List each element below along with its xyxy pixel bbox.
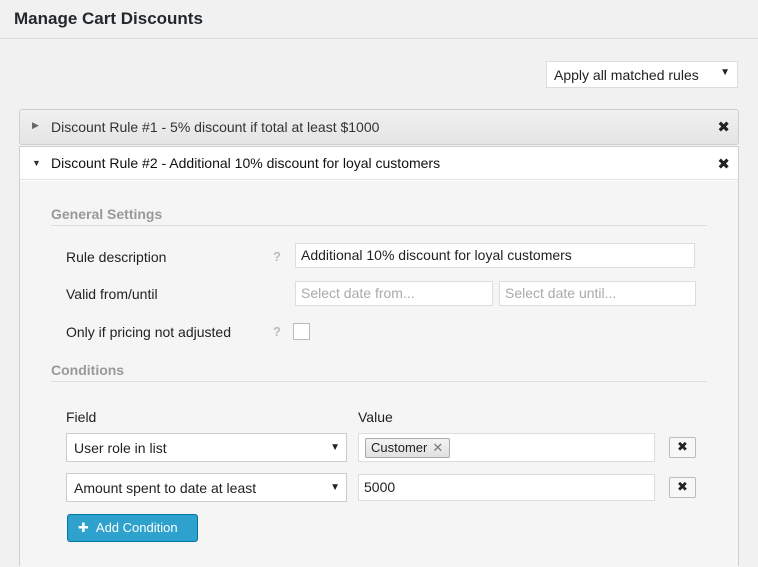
tag-label: Customer [371,440,428,455]
close-icon[interactable]: ✖ [717,118,730,136]
close-icon: ✖ [677,479,688,494]
user-role-tag: Customer ✕ [365,438,451,458]
section-divider [51,381,707,382]
rule-description-input[interactable]: Additional 10% discount for loyal custom… [295,243,695,268]
rules-selection-select[interactable]: Apply all matched rules ▼ [546,61,738,88]
chevron-down-icon: ▼ [330,482,340,493]
rule-2-title[interactable]: Discount Rule #2 - Additional 10% discou… [51,155,440,171]
close-icon: ✖ [677,439,688,454]
page-header: Manage Cart Discounts [0,0,758,39]
triangle-right-icon[interactable]: ▶ [32,120,39,131]
rules-selection-value: Apply all matched rules [554,67,699,83]
rule-2-header[interactable]: ▼ Discount Rule #2 - Additional 10% disc… [20,147,738,180]
date-from-input[interactable]: Select date from... [295,281,493,306]
condition-field-value: Amount spent to date at least [74,480,257,496]
chevron-down-icon: ▼ [330,442,340,453]
rule-2-body: General Settings Rule description ? Addi… [20,181,738,567]
condition-field-select[interactable]: Amount spent to date at least ▼ [66,473,347,502]
condition-value-multiselect[interactable]: Customer ✕ [358,433,655,462]
close-icon[interactable]: ✖ [717,155,730,173]
rule-1-title[interactable]: Discount Rule #1 - 5% discount if total … [51,119,379,135]
add-condition-button[interactable]: ✚ Add Condition [67,514,198,542]
rule-description-label: Rule description [66,249,167,265]
rule-1-header[interactable]: ▶ Discount Rule #1 - 5% discount if tota… [19,109,739,145]
only-if-pricing-not-adjusted-label: Only if pricing not adjusted [66,324,231,340]
conditions-title: Conditions [51,362,125,378]
date-until-input[interactable]: Select date until... [499,281,696,306]
rule-2-panel: ▼ Discount Rule #2 - Additional 10% disc… [19,146,739,567]
condition-field-select[interactable]: User role in list ▼ [66,433,347,462]
add-condition-label: Add Condition [95,520,178,535]
only-if-pricing-not-adjusted-checkbox[interactable] [293,323,310,340]
triangle-down-icon[interactable]: ▼ [32,158,41,168]
remove-condition-button[interactable]: ✖ [669,477,696,498]
help-icon[interactable]: ? [273,324,281,339]
valid-from-until-label: Valid from/until [66,286,158,302]
plus-icon: ✚ [78,520,89,535]
value-column-header: Value [358,409,393,425]
tag-remove-icon[interactable]: ✕ [432,440,443,455]
condition-field-value: User role in list [74,440,167,456]
section-divider [51,225,707,226]
general-settings-title: General Settings [51,206,163,222]
field-column-header: Field [66,409,97,425]
chevron-down-icon: ▼ [720,67,730,78]
page-title: Manage Cart Discounts [14,9,203,28]
condition-value-input[interactable]: 5000 [358,474,655,501]
remove-condition-button[interactable]: ✖ [669,437,696,458]
help-icon[interactable]: ? [273,249,281,264]
